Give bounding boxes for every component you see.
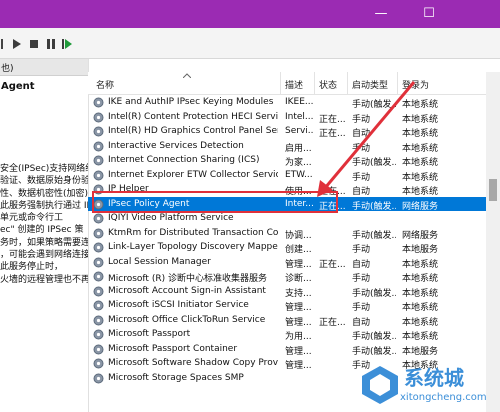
annotation-arrow <box>317 81 416 197</box>
watermark-logo <box>362 366 398 404</box>
watermark: 系统城 xitongcheng.com <box>356 358 500 412</box>
watermark-text: 系统城 <box>404 366 464 390</box>
watermark-subtext: xitongcheng.com <box>400 392 487 403</box>
